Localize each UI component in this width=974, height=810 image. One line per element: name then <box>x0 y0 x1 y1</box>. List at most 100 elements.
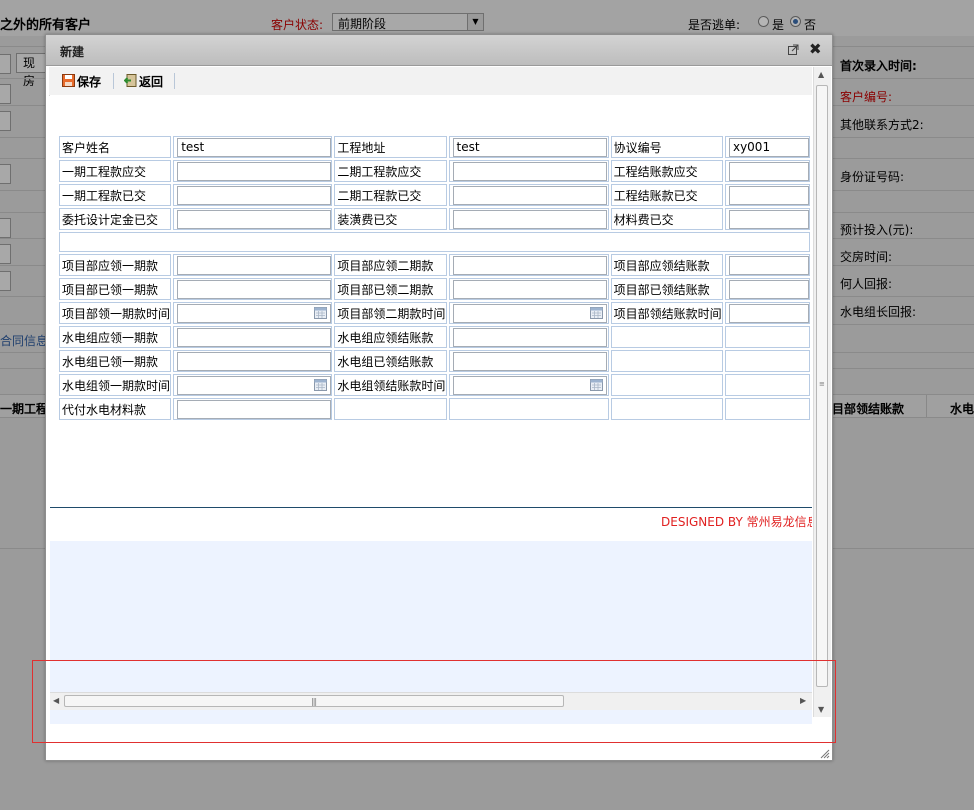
empty-cell <box>334 398 447 420</box>
close-icon[interactable]: ✖ <box>809 41 823 57</box>
text-input[interactable] <box>177 399 332 419</box>
text-input[interactable] <box>452 279 607 299</box>
toolbar-separator <box>113 73 114 89</box>
reporter-label: 何人回报: <box>840 277 893 291</box>
text-input[interactable] <box>177 185 332 205</box>
escape-no-radio[interactable] <box>790 16 801 27</box>
background-input <box>0 111 11 131</box>
vertical-scrollbar[interactable]: ▲ ≡ ▼ <box>813 67 831 717</box>
text-input[interactable] <box>177 351 332 371</box>
date-input[interactable] <box>177 375 332 395</box>
form-cell <box>448 302 609 324</box>
contract-info-link: 合同信息 <box>0 334 49 348</box>
form-cell <box>724 184 810 206</box>
dialog-title: 新建 <box>60 45 85 59</box>
date-input[interactable] <box>452 303 607 323</box>
escape-yes-radio[interactable] <box>758 16 769 27</box>
customer-status-select[interactable]: 前期阶段 ▼ <box>332 13 484 31</box>
field-label: 一期工程款应交 <box>59 160 172 182</box>
table-row: 委托设计定金已交 装潢费已交 材料费已交 <box>59 208 810 230</box>
agreement-number-input[interactable]: xy001 <box>728 137 809 157</box>
text-input[interactable] <box>177 209 332 229</box>
resize-grip-icon[interactable] <box>818 747 830 759</box>
table-header-cell: 一期工程 <box>0 402 49 416</box>
field-label: 水电组已领一期款 <box>59 350 172 372</box>
form-cell <box>173 208 333 230</box>
scroll-right-icon[interactable]: ▶ <box>800 696 806 705</box>
customer-status-label: 客户状态: <box>271 18 324 32</box>
field-label: 一期工程款已交 <box>59 184 172 206</box>
table-row: 代付水电材料款 <box>59 398 810 420</box>
id-number-label: 身份证号码: <box>840 170 905 184</box>
record-form-table: 客户姓名 test 工程地址 test 协议编号 xy001 一期工程款应交 二… <box>57 134 812 422</box>
text-input[interactable] <box>452 351 607 371</box>
customer-name-input[interactable]: test <box>177 137 332 157</box>
calendar-icon[interactable] <box>589 378 603 391</box>
field-label: 项目部应领结账款 <box>610 254 723 276</box>
table-row-spacer <box>59 232 810 252</box>
text-input[interactable] <box>177 327 332 347</box>
text-input[interactable] <box>177 161 332 181</box>
field-label: 装潢费已交 <box>334 208 447 230</box>
date-input[interactable] <box>452 375 607 395</box>
date-input[interactable] <box>728 303 809 323</box>
horizontal-scrollbar[interactable]: ◀ ||| ▶ <box>50 692 812 710</box>
calendar-icon[interactable] <box>589 306 603 319</box>
form-cell <box>448 160 609 182</box>
background-input <box>0 54 11 74</box>
form-cell <box>724 302 810 324</box>
text-input[interactable] <box>177 279 332 299</box>
text-input[interactable] <box>728 209 809 229</box>
field-label: 项目部已领一期款 <box>59 278 172 300</box>
xian-button: 现房 <box>16 53 46 88</box>
horizontal-scroll-thumb[interactable]: ||| <box>64 695 564 707</box>
field-label: 二期工程款应交 <box>334 160 447 182</box>
table-row: 项目部领一期款时间 项目部领二期款时间 项目部领结账款时间 <box>59 302 810 324</box>
calendar-icon[interactable] <box>314 378 328 391</box>
text-input[interactable] <box>452 185 607 205</box>
text-input[interactable] <box>452 209 607 229</box>
field-label: 水电组领一期款时间 <box>59 374 172 396</box>
popout-icon[interactable] <box>788 44 799 55</box>
scroll-down-icon[interactable]: ▼ <box>818 705 824 714</box>
text-input[interactable] <box>452 255 607 275</box>
text-input[interactable] <box>728 255 809 275</box>
scroll-up-icon[interactable]: ▲ <box>818 70 824 79</box>
field-label: 二期工程款已交 <box>334 184 447 206</box>
field-label: 水电组应领结账款 <box>334 326 447 348</box>
empty-cell <box>724 350 810 372</box>
calendar-icon[interactable] <box>314 306 328 319</box>
form-cell <box>448 374 609 396</box>
table-row: 水电组领一期款时间 水电组领结账款时间 <box>59 374 810 396</box>
dialog-toolbar: 保存 返回 <box>49 67 812 96</box>
empty-cell <box>610 350 723 372</box>
empty-cell <box>448 398 609 420</box>
form-cell <box>724 254 810 276</box>
vertical-scroll-thumb[interactable]: ≡ <box>816 85 828 687</box>
form-cell <box>448 350 609 372</box>
first-entry-time-label: 首次录入时间: <box>840 59 917 73</box>
empty-cell <box>610 398 723 420</box>
customer-number-label: 客户编号: <box>840 90 893 104</box>
table-header-cell: 水电 <box>950 402 974 416</box>
scroll-left-icon[interactable]: ◀ <box>53 696 59 705</box>
other-contact-label: 其他联系方式2: <box>840 118 924 132</box>
text-input[interactable] <box>452 327 607 347</box>
back-button[interactable]: 返回 <box>124 73 169 89</box>
date-input[interactable] <box>177 303 332 323</box>
save-button[interactable]: 保存 <box>62 73 107 89</box>
form-cell <box>448 326 609 348</box>
background-input <box>0 84 11 104</box>
text-input[interactable] <box>452 161 607 181</box>
text-input[interactable] <box>728 161 809 181</box>
handover-time-label: 交房时间: <box>840 250 893 264</box>
form-cell <box>173 326 333 348</box>
project-address-input[interactable]: test <box>452 137 607 157</box>
page-title: 之外的所有客户 <box>0 18 92 33</box>
text-input[interactable] <box>177 255 332 275</box>
dialog-titlebar[interactable]: 新建 ✖ <box>46 35 832 66</box>
expected-investment-label: 预计投入(元): <box>840 223 914 237</box>
text-input[interactable] <box>728 279 809 299</box>
text-input[interactable] <box>728 185 809 205</box>
form-cell <box>173 184 333 206</box>
